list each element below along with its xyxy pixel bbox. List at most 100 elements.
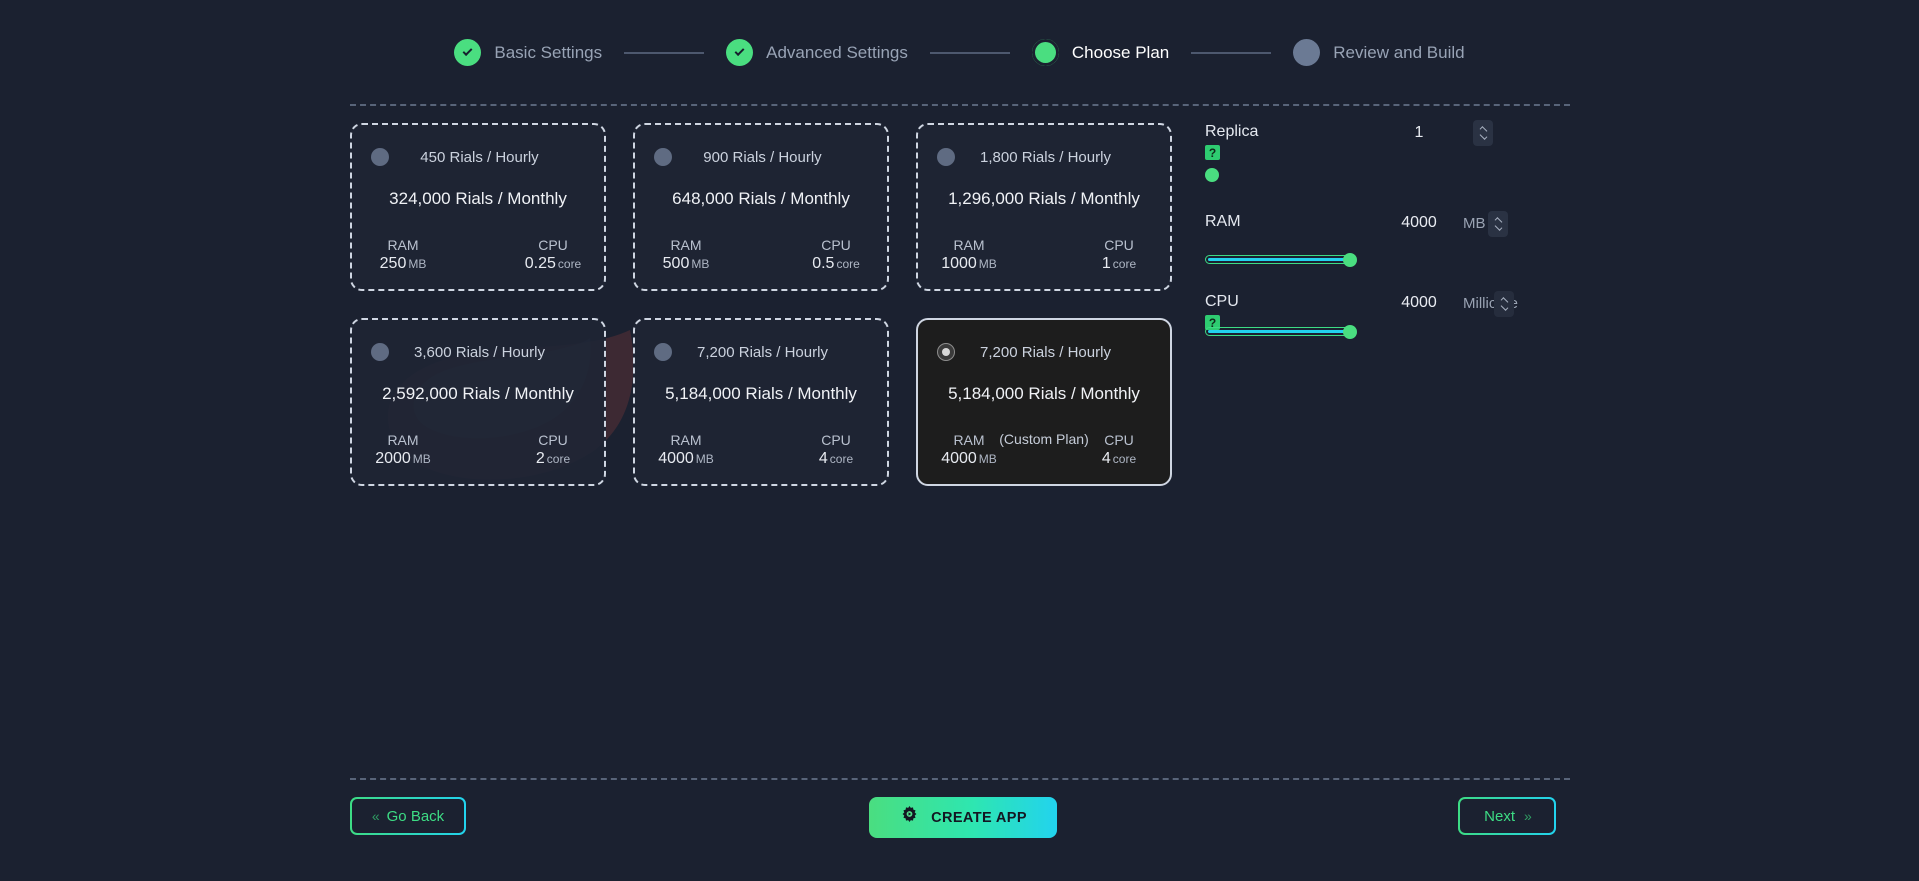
step-advanced-settings-icon xyxy=(726,39,754,66)
plan-cpu-spec: CPU 0.25 core xyxy=(524,235,582,273)
plan-hourly-price: 1,800 Rials / Hourly xyxy=(980,148,1111,166)
ram-value[interactable]: 4000 xyxy=(1401,214,1437,232)
plan-cpu-value: 4 core xyxy=(818,450,854,468)
step-review-and-build-icon xyxy=(1293,39,1321,66)
plan-specs: RAM 250 MB CPU 0.25 core xyxy=(368,235,588,273)
plan-card-selected[interactable]: 7,200 Rials / Hourly 5,184,000 Rials / M… xyxy=(916,318,1172,486)
cpu-slider-thumb[interactable] xyxy=(1343,325,1357,339)
plan-cpu-value: 1 core xyxy=(1101,255,1137,273)
plan-radio-icon[interactable] xyxy=(371,343,389,361)
ram-slider-fill xyxy=(1208,258,1349,261)
plan-card-header: 7,200 Rials / Hourly xyxy=(651,339,871,365)
step-choose-plan-icon xyxy=(1031,39,1059,66)
step-advanced-settings[interactable]: Advanced Settings xyxy=(726,39,908,66)
plan-cpu-spec: CPU 0.5 core xyxy=(807,235,865,273)
replica-value[interactable]: 1 xyxy=(1401,124,1437,142)
plan-card-header: 7,200 Rials / Hourly xyxy=(934,339,1154,365)
plan-ram-value: 4000 MB xyxy=(941,450,997,468)
create-app-label: CREATE APP xyxy=(931,809,1027,826)
cpu-value[interactable]: 4000 xyxy=(1401,294,1437,312)
plan-specs: RAM 1000 MB CPU 1 core xyxy=(934,235,1154,273)
step-review-and-build-label: Review and Build xyxy=(1333,42,1465,62)
step-basic-settings-icon xyxy=(454,39,482,66)
replica-status-dot xyxy=(1205,167,1219,182)
ram-slider-thumb[interactable] xyxy=(1343,253,1357,267)
plan-radio-icon[interactable] xyxy=(371,148,389,166)
plan-cpu-label: CPU xyxy=(538,237,568,253)
cpu-stepper[interactable] xyxy=(1494,291,1514,317)
plan-card-header: 3,600 Rials / Hourly xyxy=(368,339,588,365)
plan-hourly-price: 900 Rials / Hourly xyxy=(703,148,822,166)
plan-card-grid: 450 Rials / Hourly 324,000 Rials / Month… xyxy=(350,123,1172,486)
plan-ram-value: 250 MB xyxy=(379,255,427,273)
plan-hourly-price: 7,200 Rials / Hourly xyxy=(697,343,828,361)
go-back-button[interactable]: « Go Back xyxy=(350,797,466,835)
plan-radio-icon[interactable] xyxy=(654,148,672,166)
step-divider-3 xyxy=(1191,51,1272,54)
plan-specs: RAM 500 MB CPU 0.5 core xyxy=(651,235,871,273)
next-label: Next xyxy=(1484,807,1516,825)
step-divider-2 xyxy=(929,51,1010,54)
next-button[interactable]: Next » xyxy=(1458,797,1556,835)
plan-cpu-label: CPU xyxy=(538,432,568,448)
cpu-slider[interactable] xyxy=(1205,325,1357,339)
chevron-down-icon xyxy=(1494,223,1502,231)
plan-card[interactable]: 450 Rials / Hourly 324,000 Rials / Month… xyxy=(350,123,606,291)
plan-radio-icon[interactable] xyxy=(654,343,672,361)
wizard-stepper: Basic Settings Advanced Settings Choose … xyxy=(0,0,1919,105)
plan-ram-value: 2000 MB xyxy=(375,450,431,468)
plan-monthly-price: 1,296,000 Rials / Monthly xyxy=(948,189,1140,208)
plan-ram-value: 1000 MB xyxy=(941,255,997,273)
plan-cpu-spec: CPU 4 core xyxy=(807,430,865,468)
plan-monthly-price: 324,000 Rials / Monthly xyxy=(389,189,567,208)
create-app-button[interactable]: CREATE APP xyxy=(869,797,1057,838)
plan-cpu-spec: CPU 4 core xyxy=(1090,430,1148,468)
plan-card[interactable]: 1,800 Rials / Hourly 1,296,000 Rials / M… xyxy=(916,123,1172,291)
plan-ram-spec: RAM 1000 MB xyxy=(940,235,998,273)
help-icon[interactable]: ? xyxy=(1205,145,1220,161)
plan-specs: RAM 2000 MB CPU 2 core xyxy=(368,430,588,468)
plan-cpu-spec: CPU 2 core xyxy=(524,430,582,468)
plan-ram-label: RAM xyxy=(387,237,419,253)
footer-actions: « Go Back CREATE APP Next » xyxy=(0,797,1919,857)
replica-stepper[interactable] xyxy=(1473,120,1493,146)
plan-card[interactable]: 7,200 Rials / Hourly 5,184,000 Rials / M… xyxy=(633,318,889,486)
plan-ram-label: RAM xyxy=(387,432,419,448)
step-choose-plan-label: Choose Plan xyxy=(1071,42,1170,62)
chevron-down-icon xyxy=(1500,303,1508,311)
plan-ram-label: RAM xyxy=(670,237,702,253)
plan-cpu-spec: CPU 1 core xyxy=(1090,235,1148,273)
plan-ram-label: RAM xyxy=(953,432,985,448)
plan-cpu-value: 0.5 core xyxy=(812,255,860,273)
plan-ram-spec: RAM 500 MB xyxy=(657,235,715,273)
divider-bottom xyxy=(350,778,1570,780)
chevron-right-double-icon: » xyxy=(1524,808,1532,824)
go-back-label: Go Back xyxy=(386,807,445,825)
plan-ram-spec: RAM 2000 MB xyxy=(374,430,432,468)
step-choose-plan[interactable]: Choose Plan xyxy=(1031,39,1170,66)
custom-plan-tag: (Custom Plan) xyxy=(999,431,1089,447)
plan-card[interactable]: 900 Rials / Hourly 648,000 Rials / Month… xyxy=(633,123,889,291)
replica-label: Replica xyxy=(1205,123,1259,140)
plan-radio-icon[interactable] xyxy=(937,148,955,166)
cpu-label: CPU xyxy=(1205,293,1239,310)
step-basic-settings[interactable]: Basic Settings xyxy=(454,39,602,66)
plan-monthly-price: 648,000 Rials / Monthly xyxy=(672,189,850,208)
chevron-left-double-icon: « xyxy=(371,808,380,824)
plan-ram-spec: RAM 250 MB xyxy=(374,235,432,273)
plan-cpu-value: 4 core xyxy=(1101,450,1137,468)
plan-card-header: 900 Rials / Hourly xyxy=(651,144,871,170)
plan-card[interactable]: 3,600 Rials / Hourly 2,592,000 Rials / M… xyxy=(350,318,606,486)
ram-header: RAM xyxy=(1205,213,1535,239)
plan-hourly-price: 3,600 Rials / Hourly xyxy=(414,343,545,361)
plan-ram-label: RAM xyxy=(670,432,702,448)
ram-slider[interactable] xyxy=(1205,253,1357,267)
step-review-and-build[interactable]: Review and Build xyxy=(1293,39,1465,66)
ram-stepper[interactable] xyxy=(1488,211,1508,237)
ram-control: RAM 4000 MB xyxy=(1205,211,1535,275)
plan-radio-icon[interactable] xyxy=(937,343,955,361)
ram-unit: MB xyxy=(1463,215,1486,232)
plan-ram-label: RAM xyxy=(953,237,985,253)
plan-specs: RAM 4000 MB CPU 4 core xyxy=(651,430,871,468)
plan-cpu-label: CPU xyxy=(821,237,851,253)
